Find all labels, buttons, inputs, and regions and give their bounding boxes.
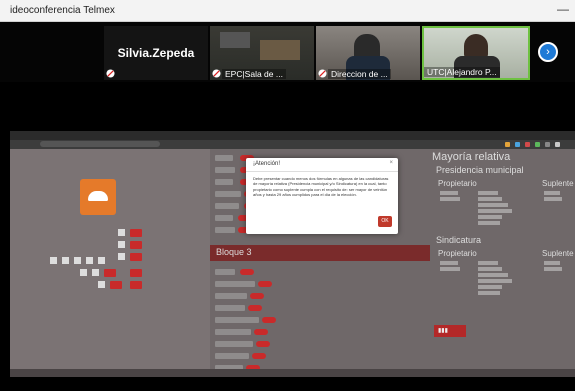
checkbox xyxy=(118,253,125,260)
participant-tile[interactable]: Silvia.Zepeda xyxy=(104,26,208,80)
videoconference-window: ideoconferencia Telmex — Silvia.Zepeda E… xyxy=(0,0,575,391)
section-title: Mayoría relativa xyxy=(432,151,511,163)
ok-button[interactable]: OK xyxy=(378,216,392,227)
next-page-button[interactable]: › xyxy=(538,42,558,62)
extension-icon xyxy=(525,142,530,147)
room-screen xyxy=(220,32,250,48)
save-button[interactable]: ▮▮▮ xyxy=(434,325,466,337)
checkbox xyxy=(86,257,93,264)
mic-muted-icon xyxy=(212,69,221,78)
shared-screen: Bloque 3 Mayoría relativa Presidencia mu… xyxy=(10,131,575,377)
red-chip xyxy=(104,269,116,277)
red-chip xyxy=(130,281,142,289)
bloque-title: Bloque 3 xyxy=(216,247,252,257)
column-label: Suplente xyxy=(542,249,574,258)
red-chip xyxy=(110,281,122,289)
section-subtitle: Sindicatura xyxy=(436,235,482,245)
checkbox xyxy=(98,281,105,288)
checkbox xyxy=(50,257,57,264)
extension-icon xyxy=(555,142,560,147)
room-table xyxy=(260,40,300,60)
red-chip xyxy=(130,253,142,261)
red-chip xyxy=(130,241,142,249)
close-icon[interactable]: × xyxy=(389,160,393,166)
checkbox xyxy=(92,269,99,276)
bottom-bar xyxy=(0,377,575,391)
red-chip xyxy=(130,269,142,277)
checkbox xyxy=(98,257,105,264)
participant-name: Silvia.Zepeda xyxy=(117,46,195,60)
browser-address-bar xyxy=(10,140,575,149)
red-chip xyxy=(130,229,142,237)
window-title: ideoconferencia Telmex xyxy=(10,5,115,16)
column-label: Suplente xyxy=(542,179,574,188)
section-subtitle: Presidencia municipal xyxy=(436,165,524,175)
dialog-message: Debe presentar cuando menos dos fórmulas… xyxy=(253,176,389,198)
bloque-header: Bloque 3 xyxy=(210,245,430,261)
checkbox xyxy=(118,229,125,236)
chevron-right-icon: › xyxy=(546,46,550,58)
checkbox xyxy=(80,269,87,276)
participant-tile-active[interactable]: UTC|Alejandro P... xyxy=(422,26,530,80)
participant-tile[interactable]: EPC|Sala de ... xyxy=(210,26,314,80)
checkbox xyxy=(74,257,81,264)
checkbox xyxy=(62,257,69,264)
extension-icon xyxy=(505,142,510,147)
browser-tab-bar xyxy=(10,131,575,140)
mic-muted-icon xyxy=(318,69,327,78)
mic-muted-icon xyxy=(106,69,115,78)
extension-icon xyxy=(515,142,520,147)
extension-icon xyxy=(535,142,540,147)
participant-label: EPC|Sala de ... xyxy=(222,69,286,79)
minimize-icon[interactable]: — xyxy=(557,2,569,16)
dialog-title: ¡Atención! xyxy=(253,161,281,167)
extension-icon xyxy=(545,142,550,147)
dialog-header: ¡Atención! × xyxy=(246,158,398,172)
left-panel xyxy=(10,149,210,377)
participant-tile[interactable]: Direccion de ... xyxy=(316,26,420,80)
right-panel: Mayoría relativa Presidencia municipal P… xyxy=(430,149,575,377)
participant-label: Direccion de ... xyxy=(328,69,391,79)
column-label: Propietario xyxy=(438,179,477,188)
participant-label: UTC|Alejandro P... xyxy=(424,67,500,77)
checkbox xyxy=(118,241,125,248)
url-field xyxy=(40,141,160,147)
title-bar: ideoconferencia Telmex — xyxy=(0,0,575,22)
alert-dialog: ¡Atención! × Debe presentar cuando menos… xyxy=(246,158,398,234)
column-label: Propietario xyxy=(438,249,477,258)
party-logo xyxy=(80,179,116,215)
participant-strip: Silvia.Zepeda EPC|Sala de ... Direccion … xyxy=(0,22,575,82)
page-footer xyxy=(10,369,575,377)
